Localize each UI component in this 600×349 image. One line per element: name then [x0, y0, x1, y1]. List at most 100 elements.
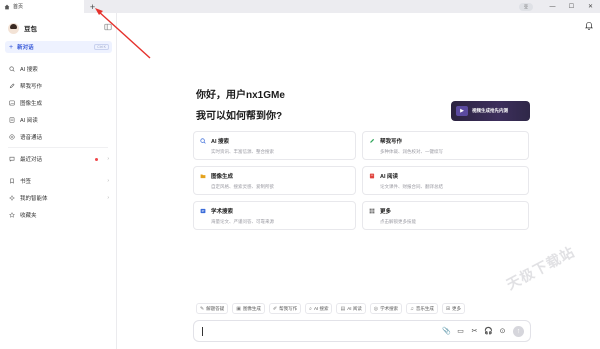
- input-toolbar: 📎 ▭ ✂ 🎧 ⊙: [442, 327, 506, 335]
- folder-image-icon: [200, 174, 206, 179]
- card-title: AI 阅读: [380, 174, 399, 180]
- sidebar-item-label: 图像生成: [20, 101, 43, 107]
- card-subtitle: 论文课件、财报合同、翻译总结: [380, 184, 443, 189]
- search-icon: [200, 138, 206, 144]
- sidebar-item-ai-search[interactable]: AI 搜索: [5, 63, 112, 75]
- close-button[interactable]: ✕: [581, 0, 600, 13]
- chip-label: 帮我写作: [279, 305, 298, 311]
- chip-ai-reading[interactable]: ▤ AI 阅读: [336, 303, 366, 314]
- video-beta-banner[interactable]: ▶ 视频生成抢先内测: [451, 101, 530, 121]
- chip-music-gen[interactable]: ♫ 音乐生成: [406, 303, 438, 314]
- chip-label: AI 搜索: [313, 305, 329, 311]
- screen-icon[interactable]: ▭: [457, 327, 464, 335]
- sidebar-item-label: 我的智能体: [20, 196, 48, 202]
- user-chip[interactable]: 豆: [519, 2, 533, 11]
- search-icon: [9, 66, 15, 72]
- sidebar-item-voice-call[interactable]: 语音通话: [5, 131, 112, 143]
- shortcut-hint: Ctrl K: [94, 44, 109, 50]
- bell-icon[interactable]: [585, 21, 593, 30]
- agent-icon: [9, 195, 15, 201]
- pen-icon: [370, 138, 375, 143]
- sidebar-item-label: 书签: [20, 179, 32, 185]
- grid-icon: [369, 208, 375, 214]
- chip-label: 音乐生成: [415, 305, 434, 311]
- sidebar-divider: [8, 147, 108, 148]
- card-academic-search[interactable]: 学术搜索 海量论文、严谨问答、可靠来源: [193, 201, 356, 230]
- chip-label: 解题答疑: [206, 305, 225, 311]
- new-tab-button[interactable]: +: [88, 0, 97, 13]
- sidebar-item-label: AI 搜索: [20, 67, 38, 73]
- send-button[interactable]: ↑: [513, 326, 524, 337]
- image-icon: [9, 100, 15, 106]
- book-icon: ▤: [340, 305, 346, 312]
- sidebar-item-ai-reading[interactable]: AI 阅读: [5, 114, 112, 126]
- chip-more[interactable]: ⊞ 更多: [441, 303, 466, 314]
- chip-solve[interactable]: ✎ 解题答疑: [196, 303, 229, 314]
- tab-home[interactable]: 首页: [0, 0, 84, 13]
- banner-label: 视频生成抢先内测: [472, 108, 508, 113]
- sidebar-item-favorites[interactable]: 收藏夹: [5, 209, 112, 221]
- sidebar-item-image-gen[interactable]: 图像生成: [5, 97, 112, 109]
- voice-icon[interactable]: ⊙: [499, 327, 506, 335]
- chip-label: AI 阅读: [347, 305, 362, 311]
- brand-name: 豆包: [24, 26, 37, 33]
- card-ai-reading[interactable]: AI 阅读 论文课件、财报合同、翻译总结: [362, 166, 529, 195]
- collapse-sidebar-icon[interactable]: [104, 23, 112, 31]
- text-caret: [202, 327, 203, 336]
- card-title: AI 搜索: [211, 139, 230, 145]
- academic-icon: [200, 208, 206, 214]
- sidebar-item-label: 帮我写作: [20, 84, 43, 90]
- headphones-icon[interactable]: 🎧: [484, 327, 493, 335]
- pen-icon: [9, 83, 15, 89]
- phone-icon: [9, 134, 15, 140]
- sidebar-item-bookmarks[interactable]: 书签 ›: [5, 175, 112, 187]
- avatar: [8, 22, 19, 34]
- academic-icon: ◎: [373, 305, 379, 312]
- card-subtitle: 海量论文、严谨问答、可靠来源: [211, 219, 274, 224]
- message-input[interactable]: 📎 ▭ ✂ 🎧 ⊙ ↑: [193, 320, 531, 342]
- chip-writing[interactable]: ✐ 帮我写作: [268, 303, 302, 314]
- chip-label: 图像生成: [242, 305, 261, 311]
- chevron-right-icon: ›: [107, 195, 109, 201]
- chip-academic[interactable]: ◎ 学术搜索: [369, 303, 403, 314]
- card-image-gen[interactable]: 图像生成 自定风格、搜索灵感、爱制所欲: [193, 166, 356, 195]
- greeting-title: 你好，用户nx1GMe: [196, 90, 285, 101]
- sidebar-item-recent-chats[interactable]: 最近对话 ›: [5, 153, 112, 165]
- sidebar-item-label: 语音通话: [20, 135, 43, 141]
- chevron-right-icon: ›: [107, 178, 109, 184]
- chip-ai-search[interactable]: ⌕ AI 搜索: [305, 303, 333, 314]
- scissors-icon[interactable]: ✂: [471, 327, 478, 335]
- pen-icon: ✐: [272, 305, 278, 312]
- chip-image-gen[interactable]: ▣ 图像生成: [232, 303, 265, 314]
- help-question: 我可以如何帮到你?: [196, 111, 283, 122]
- title-bar: 首页 + 豆 — ☐ ✕: [0, 0, 600, 13]
- video-icon: ▶: [456, 106, 468, 116]
- tab-label: 首页: [13, 4, 24, 10]
- new-chat-button[interactable]: + 新对话 Ctrl K: [5, 41, 112, 53]
- card-more[interactable]: 更多 点击解锁更多技能: [362, 201, 529, 230]
- card-title: 学术搜索: [211, 209, 234, 215]
- quick-chip-row: ✎ 解题答疑 ▣ 图像生成 ✐ 帮我写作 ⌕ AI 搜索 ▤ AI 阅读 ◎ 学术搜索 ♫ 音…: [196, 303, 466, 315]
- card-title: 帮我写作: [380, 139, 403, 145]
- sidebar-item-label: 最近对话: [20, 157, 43, 163]
- plus-icon: +: [9, 43, 14, 51]
- unread-dot: [95, 157, 99, 161]
- card-writing[interactable]: 帮我写作 多种体裁、润色校对、一键续写: [362, 131, 529, 160]
- sidebar-item-my-agents[interactable]: 我的智能体 ›: [5, 192, 112, 204]
- card-title: 更多: [380, 209, 392, 215]
- card-subtitle: 实时资讯、丰富信源、整合搜索: [211, 149, 274, 154]
- user-chip-label: 豆: [524, 3, 528, 9]
- bookmark-icon: [10, 178, 14, 184]
- card-ai-search[interactable]: AI 搜索 实时资讯、丰富信源、整合搜索: [193, 131, 356, 160]
- attach-icon[interactable]: 📎: [442, 327, 451, 335]
- brand[interactable]: 豆包: [8, 21, 37, 35]
- maximize-button[interactable]: ☐: [562, 0, 581, 13]
- sidebar: 豆包 + 新对话 Ctrl K AI 搜索 帮我写作 图像生成 AI 阅读 语音…: [0, 13, 117, 349]
- sidebar-item-writing[interactable]: 帮我写作: [5, 80, 112, 92]
- image-icon: ▣: [236, 305, 241, 312]
- star-icon: [9, 212, 15, 218]
- minimize-button[interactable]: —: [543, 0, 562, 13]
- new-chat-label: 新对话: [17, 45, 34, 51]
- grid-icon: ⊞: [445, 305, 451, 312]
- card-subtitle: 点击解锁更多技能: [380, 219, 416, 224]
